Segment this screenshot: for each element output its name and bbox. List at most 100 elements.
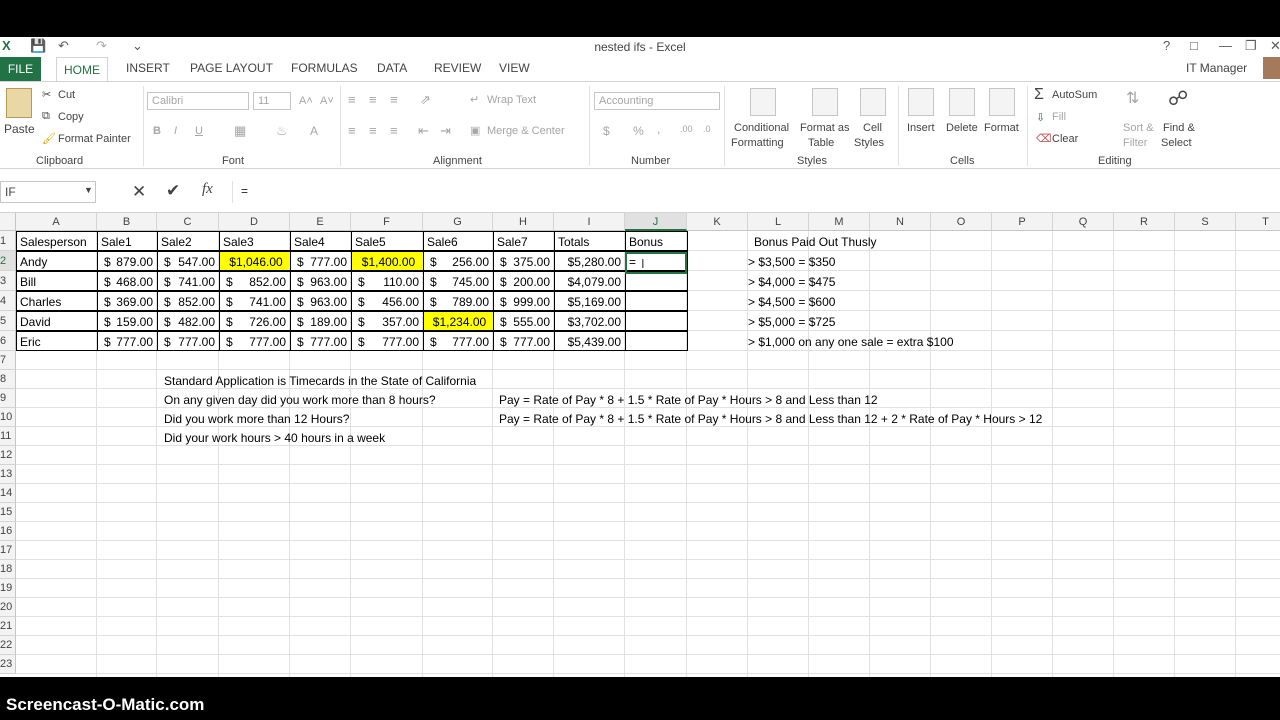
sale-cell[interactable]: $777.00 bbox=[351, 331, 424, 351]
sale-cell[interactable]: $357.00 bbox=[351, 311, 424, 331]
active-cell-j2[interactable] bbox=[625, 252, 687, 274]
table-header[interactable]: Sale3 bbox=[219, 231, 291, 251]
format-painter-button[interactable]: Format Painter bbox=[58, 133, 131, 145]
salesperson-cell[interactable]: Bill bbox=[16, 271, 98, 291]
sale-cell[interactable]: $1,400.00 bbox=[351, 251, 424, 271]
table-header[interactable]: Sale5 bbox=[351, 231, 424, 251]
row-header-7[interactable]: 7 bbox=[0, 351, 16, 370]
copy-button[interactable]: Copy bbox=[58, 111, 84, 123]
find-select-label-1[interactable]: Find & bbox=[1163, 122, 1195, 134]
row-header-1[interactable]: 1 bbox=[0, 231, 16, 251]
table-header[interactable]: Sale2 bbox=[157, 231, 220, 251]
column-header-a[interactable]: A bbox=[16, 213, 97, 231]
currency-button[interactable]: $ bbox=[603, 124, 610, 138]
underline-button[interactable]: U bbox=[195, 125, 203, 137]
table-header[interactable]: Salesperson bbox=[16, 231, 98, 251]
sale-cell[interactable]: $852.00 bbox=[219, 271, 291, 291]
row-header-14[interactable]: 14 bbox=[0, 484, 16, 503]
increase-indent-icon[interactable]: ⇥ bbox=[440, 123, 451, 139]
worksheet-grid[interactable]: ABCDEFGHIJKLMNOPQRST 1 2 3 4 5 6 7 8 9 10 11 12 13 14… bbox=[0, 213, 1280, 677]
name-box[interactable]: IF bbox=[0, 181, 96, 203]
font-color-icon[interactable]: A bbox=[310, 124, 318, 138]
italic-button[interactable]: I bbox=[174, 125, 177, 137]
row-header-9[interactable]: 9 bbox=[0, 389, 16, 408]
column-header-m[interactable]: M bbox=[809, 213, 870, 231]
bold-button[interactable]: B bbox=[153, 125, 161, 137]
row-header-4[interactable]: 4 bbox=[0, 291, 16, 311]
column-header-o[interactable]: O bbox=[931, 213, 992, 231]
sale-cell[interactable]: $963.00 bbox=[290, 271, 352, 291]
tab-review[interactable]: REVIEW bbox=[434, 61, 481, 75]
row-header-6[interactable]: 6 bbox=[0, 331, 16, 351]
row-header-2[interactable]: 2 bbox=[0, 251, 16, 271]
row-header-22[interactable]: 22 bbox=[0, 636, 16, 655]
borders-icon[interactable]: ▦ bbox=[234, 123, 246, 139]
restore-icon[interactable]: ❐ bbox=[1245, 38, 1257, 54]
decrease-indent-icon[interactable]: ⇤ bbox=[418, 123, 429, 139]
format-as-table-label-2[interactable]: Table bbox=[808, 137, 834, 149]
row-header-17[interactable]: 17 bbox=[0, 541, 16, 560]
bonus-cell[interactable] bbox=[625, 271, 688, 291]
sale-cell[interactable]: $555.00 bbox=[493, 311, 555, 331]
row-header-3[interactable]: 3 bbox=[0, 271, 16, 291]
wrap-text-button[interactable]: Wrap Text bbox=[487, 94, 536, 106]
orientation-icon[interactable]: ⇗ bbox=[420, 92, 431, 108]
sale-cell[interactable]: $852.00 bbox=[157, 291, 220, 311]
sale-cell[interactable]: $777.00 bbox=[423, 331, 494, 351]
delete-button[interactable]: Delete bbox=[946, 122, 978, 134]
salesperson-cell[interactable]: David bbox=[16, 311, 98, 331]
column-header-q[interactable]: Q bbox=[1053, 213, 1114, 231]
sale-cell[interactable]: $189.00 bbox=[290, 311, 352, 331]
sale-cell[interactable]: $482.00 bbox=[157, 311, 220, 331]
salesperson-cell[interactable]: Andy bbox=[16, 251, 98, 271]
sale-cell[interactable]: $777.00 bbox=[157, 331, 220, 351]
sale-cell[interactable]: $777.00 bbox=[290, 331, 352, 351]
tab-formulas[interactable]: FORMULAS bbox=[291, 61, 358, 75]
table-header[interactable]: Sale1 bbox=[97, 231, 158, 251]
column-header-b[interactable]: B bbox=[97, 213, 157, 231]
sort-filter-label-2[interactable]: Filter bbox=[1123, 137, 1147, 149]
sale-cell[interactable]: $999.00 bbox=[493, 291, 555, 311]
column-header-c[interactable]: C bbox=[157, 213, 219, 231]
sale-cell[interactable]: $375.00 bbox=[493, 251, 555, 271]
total-cell[interactable]: $5,280.00 bbox=[554, 251, 626, 271]
tab-file[interactable]: FILE bbox=[0, 57, 41, 81]
sale-cell[interactable]: $200.00 bbox=[493, 271, 555, 291]
column-header-h[interactable]: H bbox=[493, 213, 554, 231]
row-header-11[interactable]: 11 bbox=[0, 427, 16, 446]
sale-cell[interactable]: $777.00 bbox=[290, 251, 352, 271]
salesperson-cell[interactable]: Charles bbox=[16, 291, 98, 311]
autosum-button[interactable]: AutoSum bbox=[1052, 89, 1097, 101]
sale-cell[interactable]: $879.00 bbox=[97, 251, 158, 271]
tab-insert[interactable]: INSERT bbox=[126, 61, 170, 75]
align-left-icon[interactable]: ≡ bbox=[348, 123, 356, 138]
tab-home[interactable]: HOME bbox=[56, 57, 108, 82]
row-header-8[interactable]: 8 bbox=[0, 370, 16, 389]
sale-cell[interactable]: $789.00 bbox=[423, 291, 494, 311]
row-header-19[interactable]: 19 bbox=[0, 579, 16, 598]
minimize-icon[interactable]: — bbox=[1219, 38, 1232, 53]
tab-data[interactable]: DATA bbox=[377, 61, 407, 75]
increase-decimal-icon[interactable]: .00 bbox=[680, 124, 693, 134]
column-header-t[interactable]: T bbox=[1236, 213, 1280, 231]
decrease-font-icon[interactable]: A˅ bbox=[320, 95, 334, 107]
row-header-5[interactable]: 5 bbox=[0, 311, 16, 331]
merge-center-button[interactable]: Merge & Center bbox=[487, 125, 565, 137]
select-all-corner[interactable] bbox=[0, 213, 16, 231]
column-header-n[interactable]: N bbox=[870, 213, 931, 231]
sale-cell[interactable]: $741.00 bbox=[219, 291, 291, 311]
sale-cell[interactable]: $777.00 bbox=[493, 331, 555, 351]
enter-icon[interactable]: ✔ bbox=[166, 181, 180, 201]
column-header-l[interactable]: L bbox=[748, 213, 809, 231]
sort-filter-label-1[interactable]: Sort & bbox=[1123, 122, 1154, 134]
help-icon[interactable]: ? bbox=[1163, 38, 1170, 53]
row-header-20[interactable]: 20 bbox=[0, 598, 16, 617]
sale-cell[interactable]: $777.00 bbox=[97, 331, 158, 351]
find-select-label-2[interactable]: Select bbox=[1161, 137, 1192, 149]
row-header-18[interactable]: 18 bbox=[0, 560, 16, 579]
sale-cell[interactable]: $256.00 bbox=[423, 251, 494, 271]
format-as-table-label-1[interactable]: Format as bbox=[800, 122, 850, 134]
row-header-12[interactable]: 12 bbox=[0, 446, 16, 465]
column-header-k[interactable]: K bbox=[687, 213, 748, 231]
paste-button[interactable]: Paste bbox=[4, 122, 35, 136]
